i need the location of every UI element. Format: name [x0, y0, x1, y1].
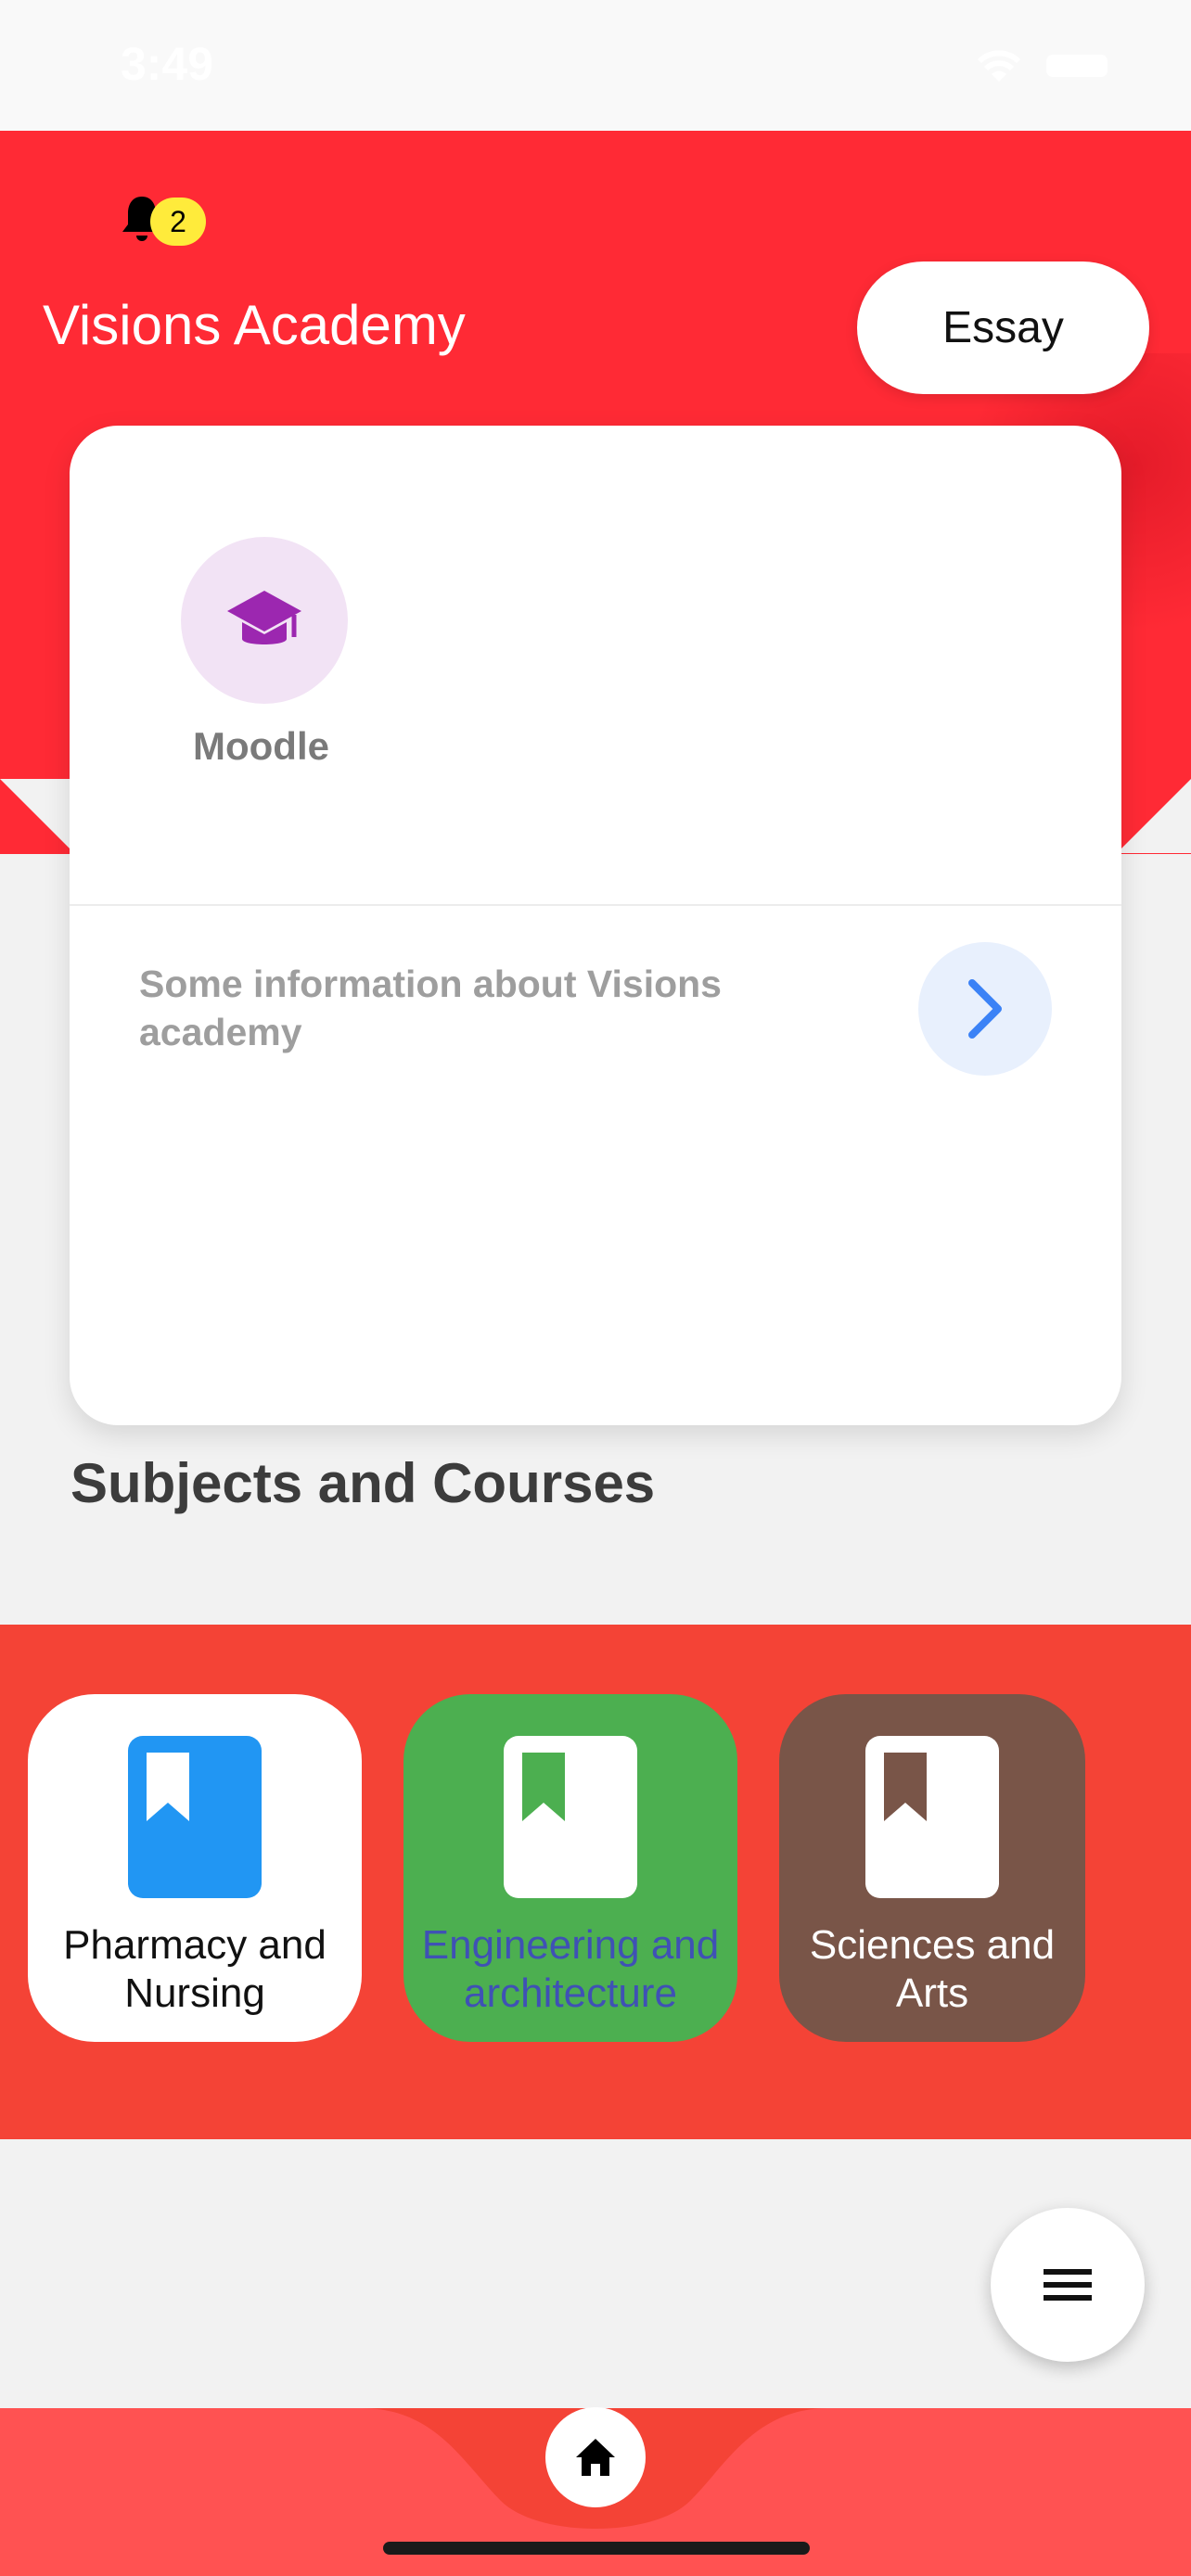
- course-tile-sciences[interactable]: Sciences and Arts: [779, 1694, 1085, 2042]
- header-curve-right: [1117, 779, 1191, 853]
- bookmark-book-icon: [128, 1736, 262, 1898]
- battery-icon: [1046, 55, 1108, 77]
- info-text: Some information about Visions academy: [139, 963, 722, 1053]
- header-curve-left: [0, 779, 74, 853]
- chevron-right-icon: [968, 979, 1002, 1039]
- course-label: Engineering and architecture: [421, 1922, 720, 2016]
- course-label: Sciences and Arts: [809, 1922, 1056, 2016]
- status-time: 3:49: [121, 38, 214, 90]
- info-card: Moodle Some information about Visions ac…: [70, 426, 1121, 1425]
- status-bar: 3:49: [0, 0, 1191, 131]
- course-tile-pharmacy[interactable]: Pharmacy and Nursing: [28, 1694, 362, 2042]
- bookmark-book-icon: [504, 1736, 637, 1898]
- courses-carousel: Pharmacy and Nursing Engineering and arc…: [0, 1625, 1191, 2139]
- course-tile-engineering[interactable]: Engineering and architecture: [403, 1694, 737, 2042]
- essay-button[interactable]: Essay: [857, 261, 1149, 394]
- wifi-icon: [977, 50, 1021, 82]
- app-title: Visions Academy: [43, 294, 466, 356]
- graduation-cap-icon: [227, 591, 301, 644]
- moodle-label: Moodle: [193, 724, 329, 768]
- info-arrow-button[interactable]: [918, 942, 1052, 1076]
- bookmark-book-icon: [865, 1736, 999, 1898]
- card-divider: [70, 904, 1121, 906]
- home-icon: [576, 2439, 615, 2476]
- hamburger-menu-icon: [1044, 2269, 1092, 2301]
- course-label: Pharmacy and Nursing: [63, 1922, 327, 2016]
- moodle-button[interactable]: [181, 537, 348, 704]
- home-button[interactable]: [545, 2407, 646, 2507]
- notification-badge: 2: [150, 198, 206, 246]
- section-title: Subjects and Courses: [70, 1452, 656, 1514]
- home-indicator: [383, 2542, 810, 2555]
- menu-fab-button[interactable]: [991, 2208, 1145, 2362]
